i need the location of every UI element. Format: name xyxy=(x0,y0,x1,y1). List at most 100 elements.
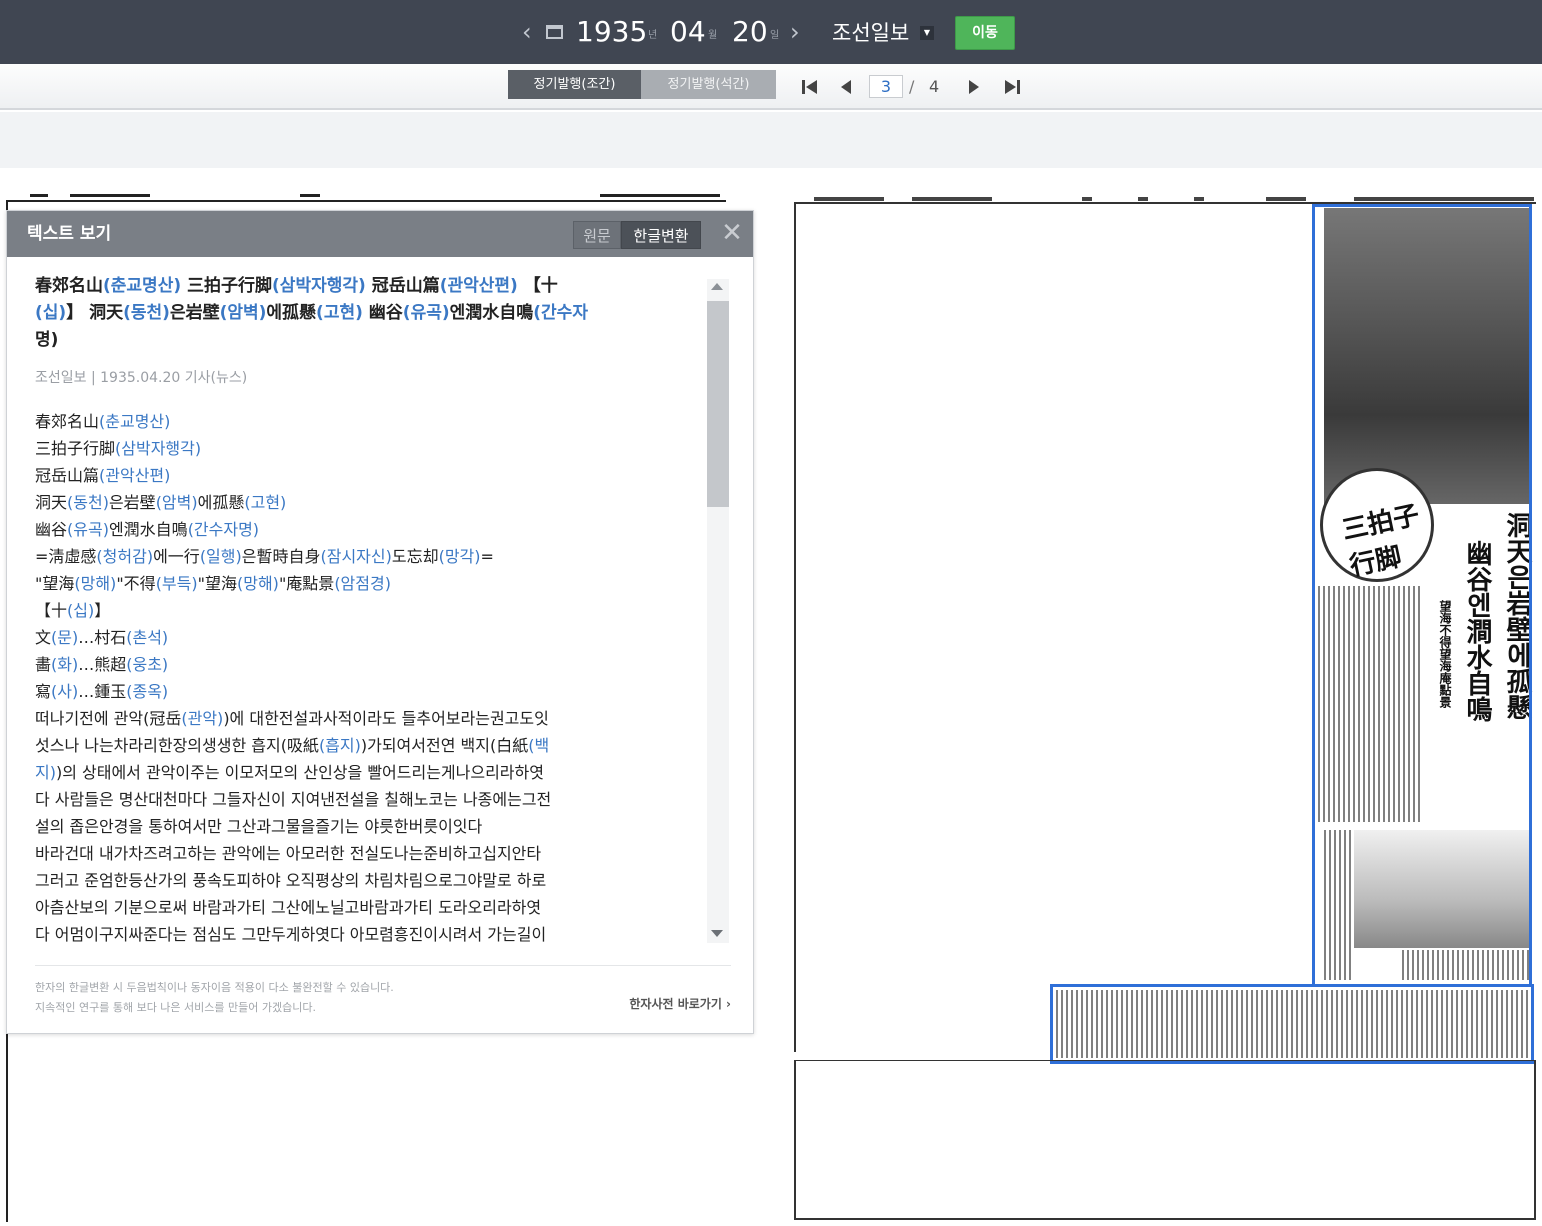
year-unit-label: 년 xyxy=(648,30,658,41)
prev-date-arrow-icon[interactable]: ‹ xyxy=(522,16,532,48)
hangul-reading: (고현) xyxy=(244,493,287,512)
hangul-reading: (동천) xyxy=(123,303,170,323)
text-segment: 은暫時自身 xyxy=(241,547,321,566)
text-segment: 엔潤水自鳴 xyxy=(108,520,188,539)
tab-morning-edition[interactable]: 정기발행(조간) xyxy=(508,70,641,99)
text-line: 바라건대 내가차즈려고하는 관악에는 아모러한 전실도나는준비하고십지안타 xyxy=(35,840,675,867)
text-segment: )가되여서전연 백지(白紙 xyxy=(360,736,529,755)
next-page-icon[interactable] xyxy=(964,77,984,97)
text-view-panel: 텍스트 보기 원문 한글변환 ✕ 春郊名山(춘교명산) 三拍子行脚(삼박자행각)… xyxy=(6,210,754,1034)
text-segment: 幽谷 xyxy=(362,303,403,323)
page-total: 4 xyxy=(929,77,940,96)
text-segment: 다 어멈이구지싸준다는 점심도 그만두게하엿다 아모렴흥진이시려서 가는길이 xyxy=(35,925,547,944)
day-value[interactable]: 20 xyxy=(732,14,768,50)
original-text-toggle[interactable]: 원문 xyxy=(573,221,621,249)
text-segment: 은岩壁 xyxy=(169,303,220,323)
hangul-reading: (관악) xyxy=(181,709,224,728)
last-page-icon[interactable] xyxy=(1002,77,1022,97)
edition-pagination-bar: 정기발행(조간) 정기발행(석간) xyxy=(0,64,1542,110)
month-value[interactable]: 04 xyxy=(670,14,706,50)
hangul-reading: (관악산편) xyxy=(439,276,518,296)
year-value[interactable]: 1935 xyxy=(576,14,647,50)
hangul-reading: (부득) xyxy=(155,574,198,593)
hangul-reading: (유곡) xyxy=(67,520,109,539)
hangul-reading: (간수자 xyxy=(533,303,588,323)
hangul-reading: (암벽) xyxy=(219,303,267,323)
hangul-reading: (일행) xyxy=(199,547,242,566)
text-line: 冠岳山篇(관악산편) xyxy=(35,462,675,489)
text-line: 寫(사)…鍾玉(종옥) xyxy=(35,678,675,705)
hangul-reading: (백 xyxy=(528,736,550,755)
month-unit-label: 월 xyxy=(708,30,718,41)
close-icon[interactable]: ✕ xyxy=(719,220,745,246)
hangul-reading: (관악산편) xyxy=(99,466,171,485)
text-line: =淸虛感(청허감)에一行(일행)은暫時自身(잠시자신)도忘却(망각)= xyxy=(35,543,675,570)
article-headline: 春郊名山(춘교명산) 三拍子行脚(삼박자행각) 冠岳山篇(관악산편) 【十 (십)… xyxy=(35,273,675,354)
text-segment: 떠나기전에 관악(冠岳 xyxy=(35,709,182,728)
text-segment: 도忘却 xyxy=(391,547,439,566)
hangul-reading: (웅초) xyxy=(126,655,169,674)
hangul-reading: (춘교명산) xyxy=(103,276,182,296)
text-segment: 섯스나 나는차라리한장의생생한 흡지(吸紙 xyxy=(35,736,319,755)
text-line: 春郊名山(춘교명산) xyxy=(35,408,675,435)
text-segment: "望海 xyxy=(35,574,75,593)
scroll-thumb[interactable] xyxy=(707,301,729,507)
text-line: 다 사람들은 명산대천마다 그들자신이 지여낸전설을 칠해노코는 나종에는그전 xyxy=(35,786,675,813)
text-segment: 에一行 xyxy=(153,547,200,566)
article-content: 春郊名山(춘교명산) 三拍子行脚(삼박자행각) 冠岳山篇(관악산편) 【十 (십)… xyxy=(35,273,675,945)
text-segment: …鍾玉 xyxy=(78,682,127,701)
text-line: 다 어멈이구지싸준다는 점심도 그만두게하엿다 아모렴흥진이시려서 가는길이 xyxy=(35,921,675,945)
article-selection-highlight[interactable] xyxy=(1050,984,1534,1064)
text-segment: )의 상태에서 관악이주는 이모저모의 산인상을 빨어드리는게나으리라하엿 xyxy=(55,763,544,782)
hangul-reading: (암벽) xyxy=(155,493,198,512)
article-scrollbar[interactable] xyxy=(707,279,729,943)
scroll-up-icon[interactable] xyxy=(711,283,723,290)
text-segment: 에孤懸 xyxy=(197,493,245,512)
text-line: 섯스나 나는차라리한장의생생한 흡지(吸紙(흡지))가되여서전연 백지(白紙(백 xyxy=(35,732,675,759)
hangul-reading: (춘교명산) xyxy=(99,412,171,431)
hangul-reading: (촌석) xyxy=(126,628,169,647)
text-segment: 【十 xyxy=(35,601,68,620)
hanja-dictionary-link[interactable]: 한자사전 바로가기 › xyxy=(629,996,731,1012)
date-navigation-bar: ‹ 1935 년 04 월 20 일 › 조선일보 ▼ 이동 xyxy=(0,0,1542,64)
text-segment: 冠岳山篇 xyxy=(365,276,440,296)
text-segment: 아츰산보의 기분으로써 바람과가티 그산에노닐고바람과가티 도라오리라하엿 xyxy=(35,898,542,917)
conversion-notice-line1: 한자의 한글변환 시 두음법칙이나 동자이음 적용이 다소 불완전할 수 있습니… xyxy=(35,981,394,994)
right-newspaper-page[interactable]: 三拍子行脚 洞天은岩壁에孤懸 幽谷엔澗水自鳴 望海不得望海庵點景 xyxy=(790,190,1542,1226)
article-selection-highlight[interactable] xyxy=(1312,204,1532,986)
article-body: 春郊名山(춘교명산) 三拍子行脚(삼박자행각) 冠岳山篇(관악산편) 洞天(동천)은岩… xyxy=(35,408,675,945)
text-line: (십)】 洞天(동천)은岩壁(암벽)에孤懸(고현) 幽谷(유곡)엔潤水自鳴(간수… xyxy=(35,300,675,327)
next-date-arrow-icon[interactable]: › xyxy=(790,16,800,48)
text-line: 명) xyxy=(35,327,675,354)
text-segment: 洞天 xyxy=(35,493,68,512)
text-line: 떠나기전에 관악(冠岳(관악))에 대한전설과사적이라도 들추어보라는권고도잇 xyxy=(35,705,675,732)
text-segment: "望海 xyxy=(197,574,237,593)
text-segment: 三拍子行脚 xyxy=(181,276,273,296)
conversion-notice-line2: 지속적인 연구를 통해 보다 나은 서비스를 만들어 가겠습니다. xyxy=(35,1001,316,1014)
text-line: 아츰산보의 기분으로써 바람과가티 그산에노닐고바람과가티 도라오리라하엿 xyxy=(35,894,675,921)
hangul-reading: (십) xyxy=(35,303,67,323)
hangul-reading: (화) xyxy=(51,655,79,674)
page-number-input[interactable]: 3 xyxy=(869,75,903,98)
text-line: 설의 좁은안경을 통하여서만 그산과그물을즐기는 야릇한버릇이잇다 xyxy=(35,813,675,840)
text-segment: )에 대한전설과사적이라도 들추어보라는권고도잇 xyxy=(223,709,549,728)
text-segment: 【十 xyxy=(517,276,558,296)
calendar-icon[interactable] xyxy=(546,25,563,39)
hangul-reading: (고현) xyxy=(316,303,363,323)
text-line: 【十(십)】 xyxy=(35,597,675,624)
scroll-down-icon[interactable] xyxy=(711,930,723,937)
prev-page-icon[interactable] xyxy=(837,77,857,97)
first-page-icon[interactable] xyxy=(800,77,820,97)
dropdown-caret-icon[interactable]: ▼ xyxy=(920,26,934,40)
text-segment: 幽谷 xyxy=(35,520,68,539)
hangul-convert-toggle[interactable]: 한글변환 xyxy=(621,221,701,249)
day-unit-label: 일 xyxy=(770,30,780,41)
text-line: 지))의 상태에서 관악이주는 이모저모의 산인상을 빨어드리는게나으리라하엿 xyxy=(35,759,675,786)
text-segment: 】 xyxy=(94,601,111,620)
newspaper-select[interactable]: 조선일보 xyxy=(832,18,909,48)
tab-evening-edition[interactable]: 정기발행(석간) xyxy=(641,70,776,99)
hangul-reading: (삼박자행각) xyxy=(115,439,202,458)
text-line: 洞天(동천)은岩壁(암벽)에孤懸(고현) xyxy=(35,489,675,516)
go-button[interactable]: 이동 xyxy=(955,16,1015,50)
hangul-reading: (유곡) xyxy=(402,303,450,323)
